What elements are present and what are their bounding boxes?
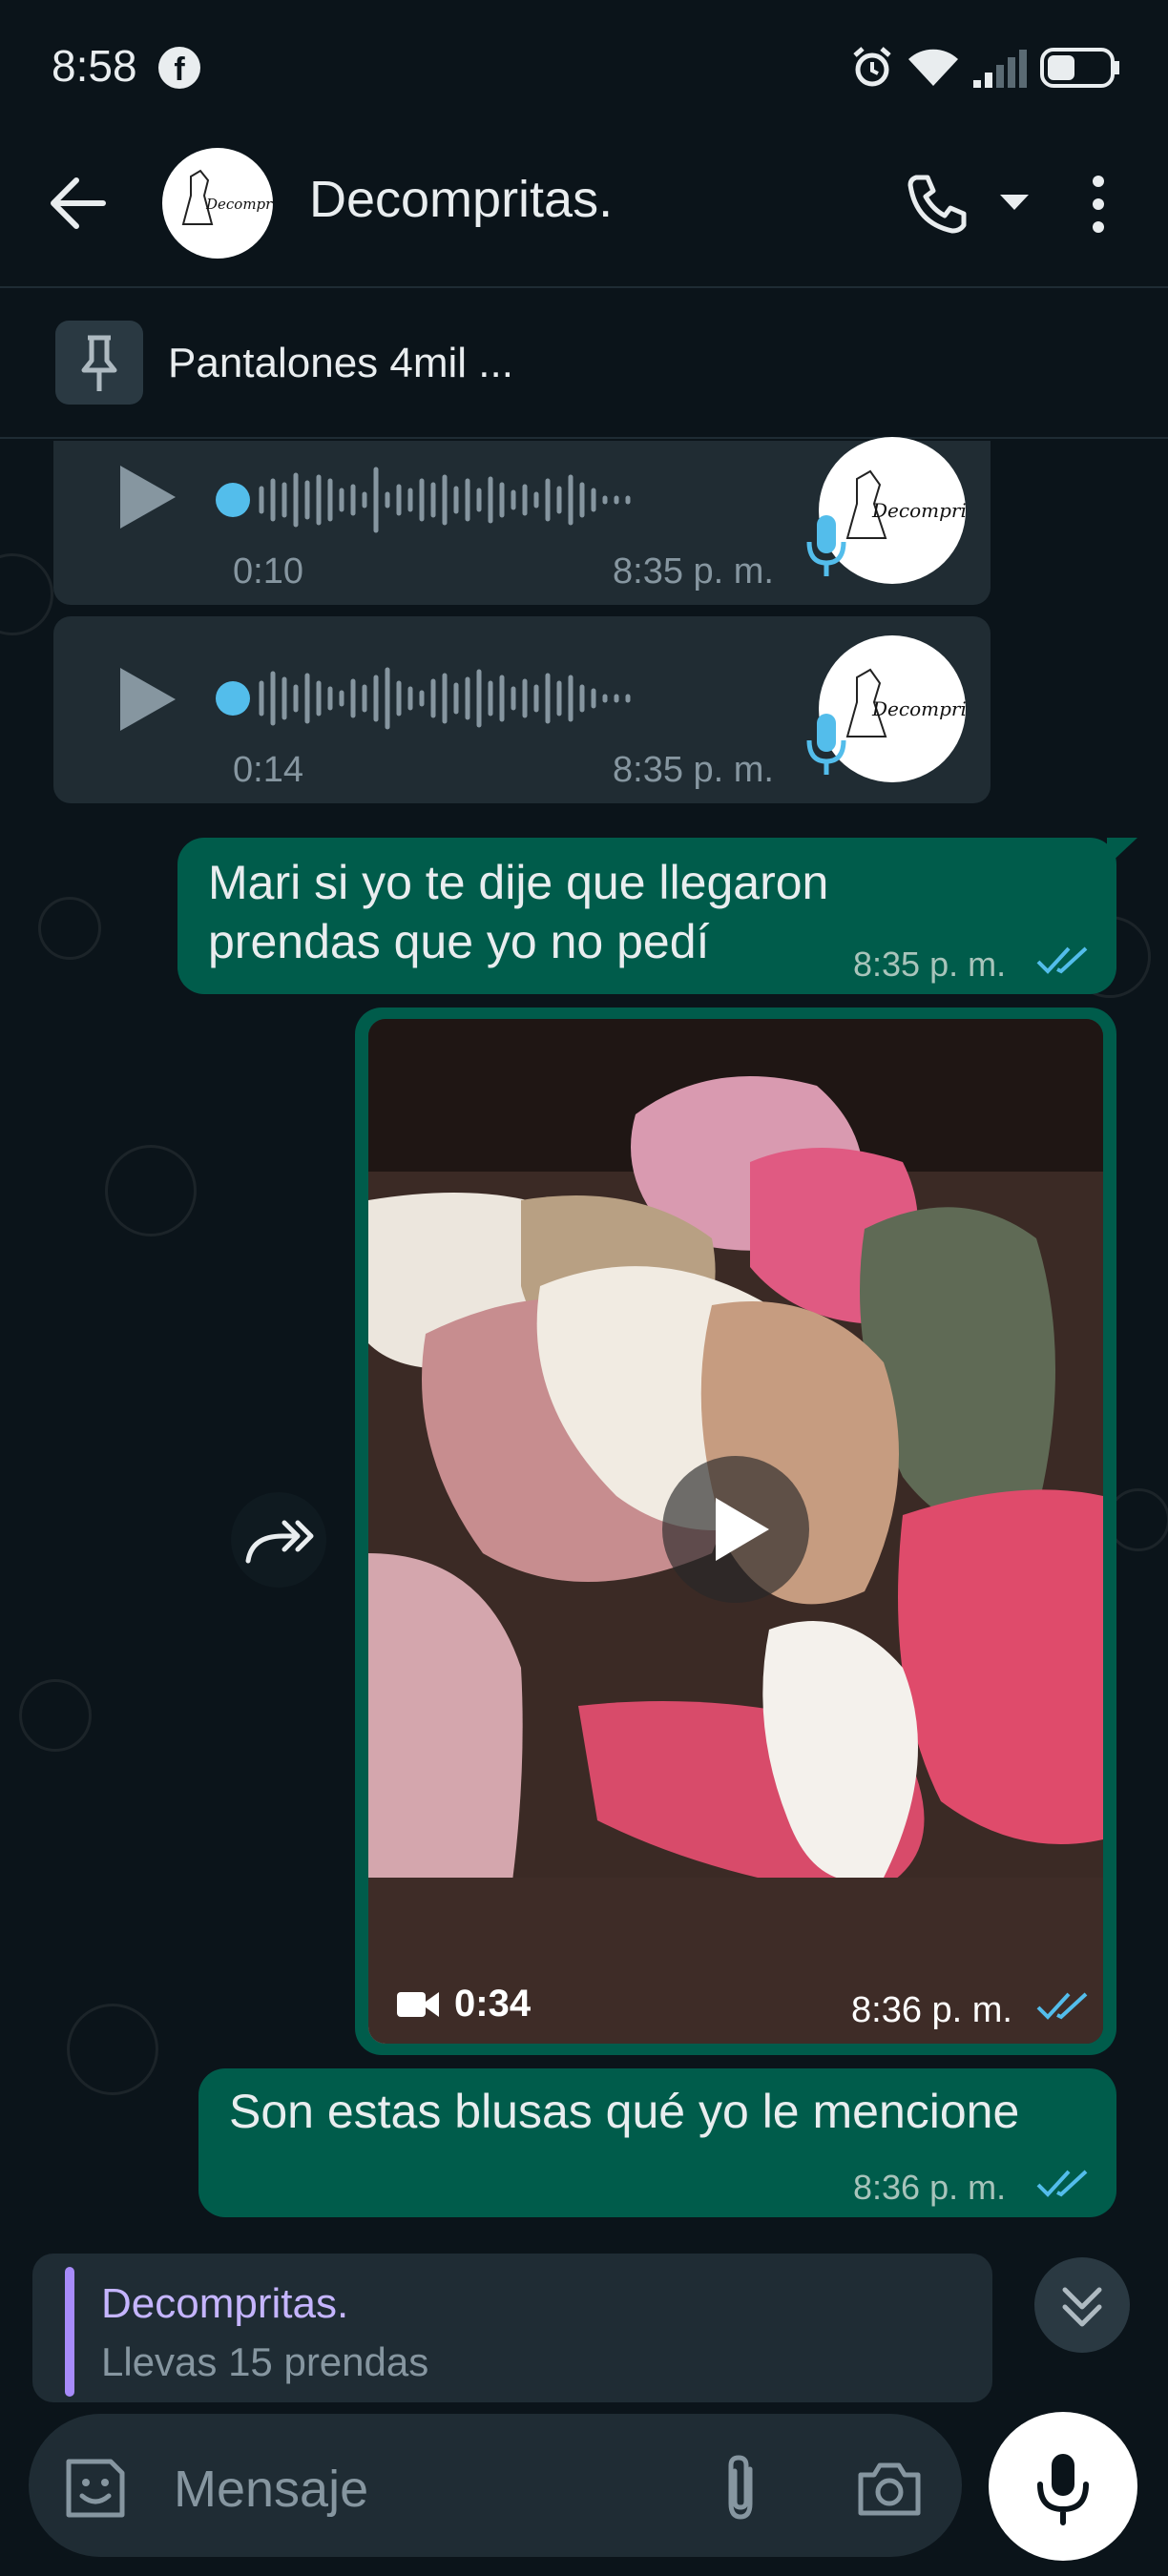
double-check-icon — [1036, 2170, 1088, 2197]
wifi-icon — [908, 49, 958, 86]
message-text: Mari si yo te dije que llegaron — [208, 856, 829, 909]
message-text: Son estas blusas qué yo le mencione — [229, 2085, 1020, 2138]
double-chevron-down-icon — [1062, 2287, 1102, 2327]
play-icon[interactable] — [115, 462, 181, 532]
wallpaper-doodle — [105, 1145, 197, 1236]
double-check-icon — [1036, 946, 1088, 974]
reply-accent-bar — [65, 2267, 74, 2397]
microphone-icon — [806, 714, 846, 775]
message-time: 8:36 p. m. — [853, 2168, 1007, 2207]
avatar-logo-text: Decompritas — [205, 196, 273, 213]
message-time: 8:35 p. m. — [613, 551, 774, 592]
battery-icon — [1040, 48, 1119, 88]
voice-record-button[interactable] — [989, 2412, 1137, 2561]
microphone-icon — [806, 515, 846, 576]
reply-sender-name: Decompritas. — [101, 2280, 349, 2327]
more-options-icon[interactable] — [1088, 174, 1109, 235]
voice-duration: 0:14 — [233, 750, 303, 790]
wallpaper-doodle — [67, 2004, 158, 2095]
play-icon — [716, 1498, 769, 1561]
status-time: 8:58 — [52, 41, 137, 91]
play-icon[interactable] — [115, 664, 181, 735]
video-duration: 0:34 — [454, 1983, 532, 2025]
camera-icon[interactable] — [855, 2458, 924, 2519]
wallpaper-doodle — [38, 897, 101, 960]
alarm-icon — [853, 47, 891, 87]
message-input[interactable]: Mensaje — [174, 2460, 368, 2519]
message-composer[interactable] — [29, 2414, 962, 2557]
message-time: 8:36 p. m. — [851, 1990, 1012, 2030]
contact-name[interactable]: Decompritas. — [309, 170, 613, 229]
sticker-icon[interactable] — [61, 2454, 130, 2523]
message-text: prendas que yo no pedí — [208, 915, 710, 968]
attach-icon[interactable] — [712, 2452, 769, 2524]
bubble-tail — [1107, 838, 1137, 866]
double-check-icon — [1036, 1992, 1088, 2020]
scroll-down-button[interactable] — [1034, 2257, 1130, 2353]
voice-waveform[interactable] — [212, 462, 784, 538]
voice-duration: 0:10 — [233, 551, 303, 592]
forward-icon — [245, 1520, 314, 1564]
avatar-logo-text: Decompritas — [871, 499, 966, 522]
signal-icon — [973, 50, 1027, 88]
video-camera-icon — [397, 1992, 439, 2017]
forward-button[interactable] — [231, 1492, 326, 1588]
message-time: 8:35 p. m. — [613, 750, 774, 790]
back-arrow-icon[interactable] — [44, 170, 111, 237]
wallpaper-doodle — [19, 1679, 92, 1752]
avatar-logo-text: Decompritas — [871, 697, 966, 720]
reply-message-text: Llevas 15 prendas — [101, 2339, 429, 2384]
pin-icon — [55, 321, 143, 405]
message-time: 8:35 p. m. — [853, 945, 1007, 984]
microphone-icon — [1037, 2454, 1089, 2525]
contact-avatar[interactable]: Decompritas — [162, 148, 273, 259]
wallpaper-doodle — [0, 553, 53, 635]
chevron-down-icon[interactable] — [998, 191, 1031, 214]
voice-waveform[interactable] — [212, 660, 784, 737]
play-video-button[interactable] — [662, 1456, 809, 1603]
facebook-icon: f — [158, 47, 200, 89]
pinned-message-text: Pantalones 4mil ... — [168, 340, 513, 386]
phone-icon[interactable] — [903, 170, 970, 237]
